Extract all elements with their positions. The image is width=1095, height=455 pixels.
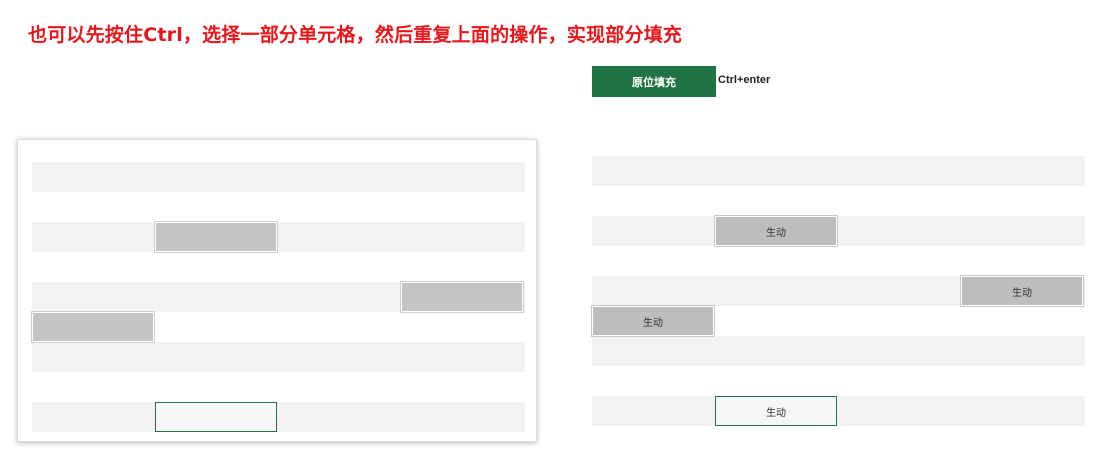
grid-row [592, 246, 1085, 276]
filled-cell[interactable]: 生动 [960, 275, 1084, 307]
grid-row [592, 186, 1085, 216]
fill-in-place-button[interactable]: 原位填充 [592, 66, 716, 97]
grid-row [592, 156, 1085, 186]
grid-row [32, 162, 525, 192]
grid-row [592, 216, 1085, 246]
grid-row [32, 402, 525, 432]
selected-cell[interactable] [400, 281, 524, 313]
filled-cell[interactable]: 生动 [714, 215, 838, 247]
grid-row [592, 336, 1085, 366]
grid-row [32, 372, 525, 402]
filled-cell[interactable]: 生动 [591, 305, 715, 337]
grid-row [32, 342, 525, 372]
grid-row [32, 192, 525, 222]
grid-row [32, 222, 525, 252]
selected-cell[interactable] [31, 311, 155, 343]
active-cell[interactable]: 生动 [715, 396, 837, 426]
grid-row [592, 396, 1085, 426]
instruction-title: 也可以先按住Ctrl，选择一部分单元格，然后重复上面的操作，实现部分填充 [28, 24, 683, 46]
selected-cell[interactable] [154, 221, 278, 253]
grid-row [592, 366, 1085, 396]
grid-row [32, 252, 525, 282]
active-cell[interactable] [155, 402, 277, 432]
shortcut-label: Ctrl+enter [718, 74, 771, 86]
